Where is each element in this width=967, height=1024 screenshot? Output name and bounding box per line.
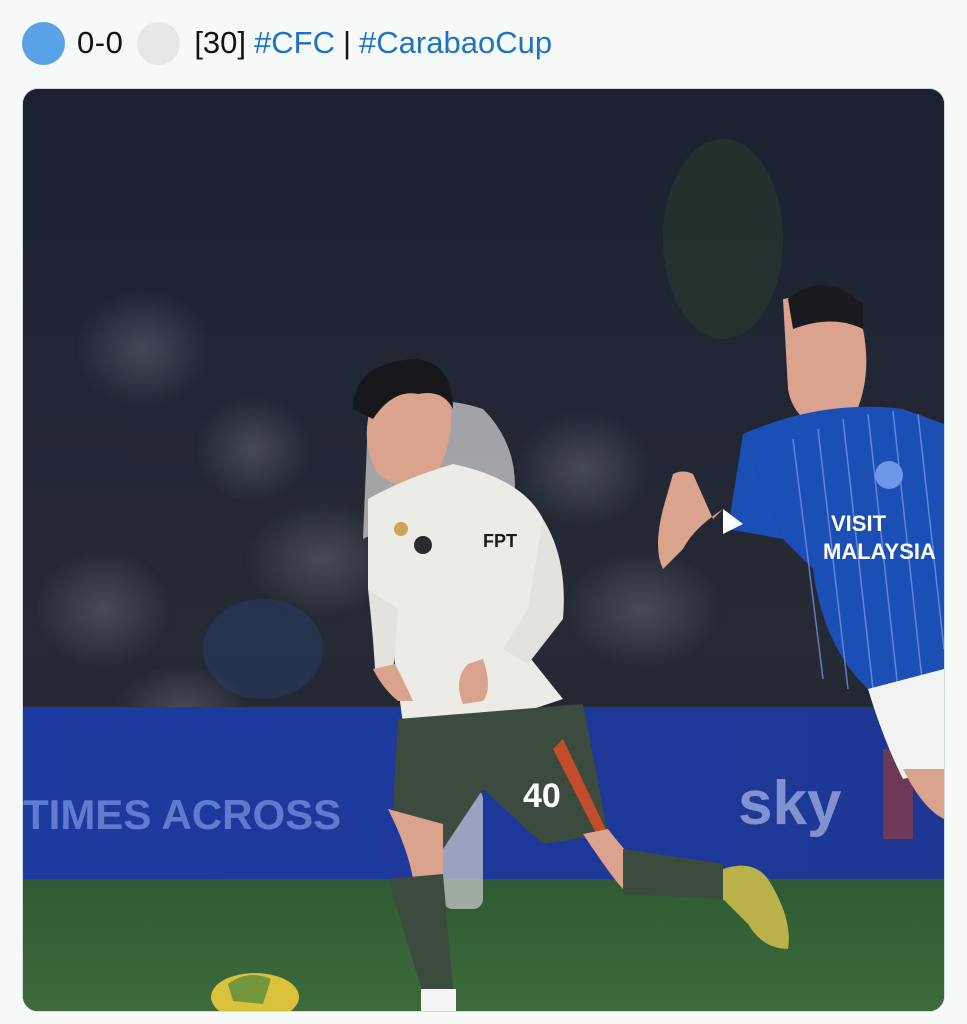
pitch xyxy=(23,879,944,1011)
ad-board-text-left: TIMES ACROSS xyxy=(23,791,341,838)
home-team-circle-icon xyxy=(22,21,65,65)
blue-shirt-sponsor-line2: MALAYSIA xyxy=(823,539,936,564)
hashtag-carabaocup-link[interactable]: #CarabaoCup xyxy=(359,25,552,61)
hashtag-cfc-link[interactable]: #CFC xyxy=(254,25,335,61)
post-photo[interactable]: TIMES ACROSS sky VISIT MALAYSIA FPT 40 xyxy=(22,88,945,1012)
post-text: 0-0 [30] #CFC | #CarabaoCup xyxy=(22,18,552,68)
football-action-photo: TIMES ACROSS sky VISIT MALAYSIA FPT 40 xyxy=(23,89,944,1011)
separator: | xyxy=(342,25,352,60)
blue-shirt-sponsor-line1: VISIT xyxy=(831,511,887,536)
player-number: 40 xyxy=(523,777,561,815)
white-shirt-sponsor: FPT xyxy=(483,531,517,551)
away-team-circle-icon xyxy=(137,21,181,65)
match-minute: [30] xyxy=(194,25,247,60)
score-text: 0-0 xyxy=(77,25,124,60)
ad-board-text-right: sky xyxy=(738,769,842,838)
